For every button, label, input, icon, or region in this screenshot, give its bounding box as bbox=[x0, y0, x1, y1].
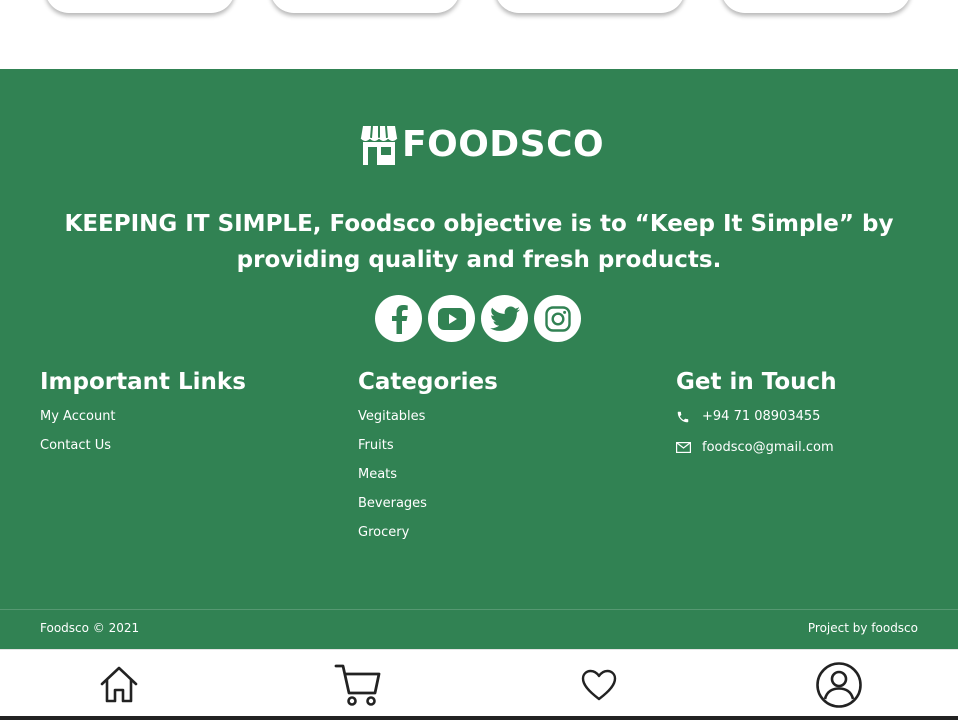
phone-icon bbox=[677, 411, 689, 422]
window-bottom-edge bbox=[0, 716, 958, 720]
nav-profile-button[interactable] bbox=[812, 658, 866, 712]
product-card[interactable] bbox=[721, 0, 911, 13]
instagram-link[interactable] bbox=[534, 295, 581, 342]
contact-phone-text: +94 71 08903455 bbox=[702, 409, 821, 424]
site-footer: FOODSCO KEEPING IT SIMPLE, Foodsco objec… bbox=[0, 69, 958, 649]
footer-tagline: KEEPING IT SIMPLE, Foodsco objective is … bbox=[64, 211, 894, 273]
nav-cart-button[interactable] bbox=[331, 658, 385, 712]
home-icon bbox=[100, 666, 138, 703]
contact-section: Get in Touch +94 71 08903455 foodsco@gma… bbox=[676, 365, 837, 463]
category-link-vegitables[interactable]: Vegitables bbox=[358, 408, 498, 437]
product-card[interactable] bbox=[270, 0, 460, 13]
category-link-beverages[interactable]: Beverages bbox=[358, 495, 498, 524]
youtube-icon bbox=[437, 307, 466, 330]
contact-email[interactable]: foodsco@gmail.com bbox=[676, 432, 837, 463]
product-card[interactable] bbox=[495, 0, 685, 13]
bottom-navigation bbox=[0, 649, 958, 720]
heart-icon bbox=[581, 669, 617, 701]
twitter-link[interactable] bbox=[481, 295, 528, 342]
facebook-link[interactable] bbox=[375, 295, 422, 342]
category-link-fruits[interactable]: Fruits bbox=[358, 437, 498, 466]
cart-icon bbox=[334, 664, 381, 706]
project-credit: Project by foodsco bbox=[807, 621, 918, 635]
link-my-account[interactable]: My Account bbox=[40, 408, 246, 437]
product-card[interactable] bbox=[45, 0, 235, 13]
mail-icon bbox=[676, 442, 691, 453]
brand-name: FOODSCO bbox=[402, 124, 605, 165]
youtube-link[interactable] bbox=[428, 295, 475, 342]
footer-divider bbox=[0, 609, 958, 610]
profile-icon bbox=[816, 662, 862, 708]
contact-title: Get in Touch bbox=[676, 369, 837, 395]
important-links-section: Important Links My Account Contact Us bbox=[40, 365, 246, 466]
copyright-text: Foodsco © 2021 bbox=[40, 621, 140, 635]
product-cards-strip bbox=[0, 0, 958, 69]
nav-home-button[interactable] bbox=[92, 658, 146, 712]
important-links-title: Important Links bbox=[40, 369, 246, 395]
categories-section: Categories Vegitables Fruits Meats Bever… bbox=[358, 365, 498, 553]
category-link-meats[interactable]: Meats bbox=[358, 466, 498, 495]
category-link-grocery[interactable]: Grocery bbox=[358, 524, 498, 553]
link-contact-us[interactable]: Contact Us bbox=[40, 437, 246, 466]
contact-email-text: foodsco@gmail.com bbox=[702, 440, 834, 455]
store-icon bbox=[360, 125, 398, 165]
categories-title: Categories bbox=[358, 369, 498, 395]
nav-favorites-button[interactable] bbox=[572, 658, 626, 712]
contact-phone[interactable]: +94 71 08903455 bbox=[676, 401, 837, 432]
twitter-icon bbox=[489, 306, 520, 331]
social-links bbox=[375, 295, 581, 342]
instagram-icon bbox=[544, 305, 571, 332]
footer-logo[interactable]: FOODSCO bbox=[360, 124, 604, 166]
facebook-icon bbox=[391, 304, 408, 334]
